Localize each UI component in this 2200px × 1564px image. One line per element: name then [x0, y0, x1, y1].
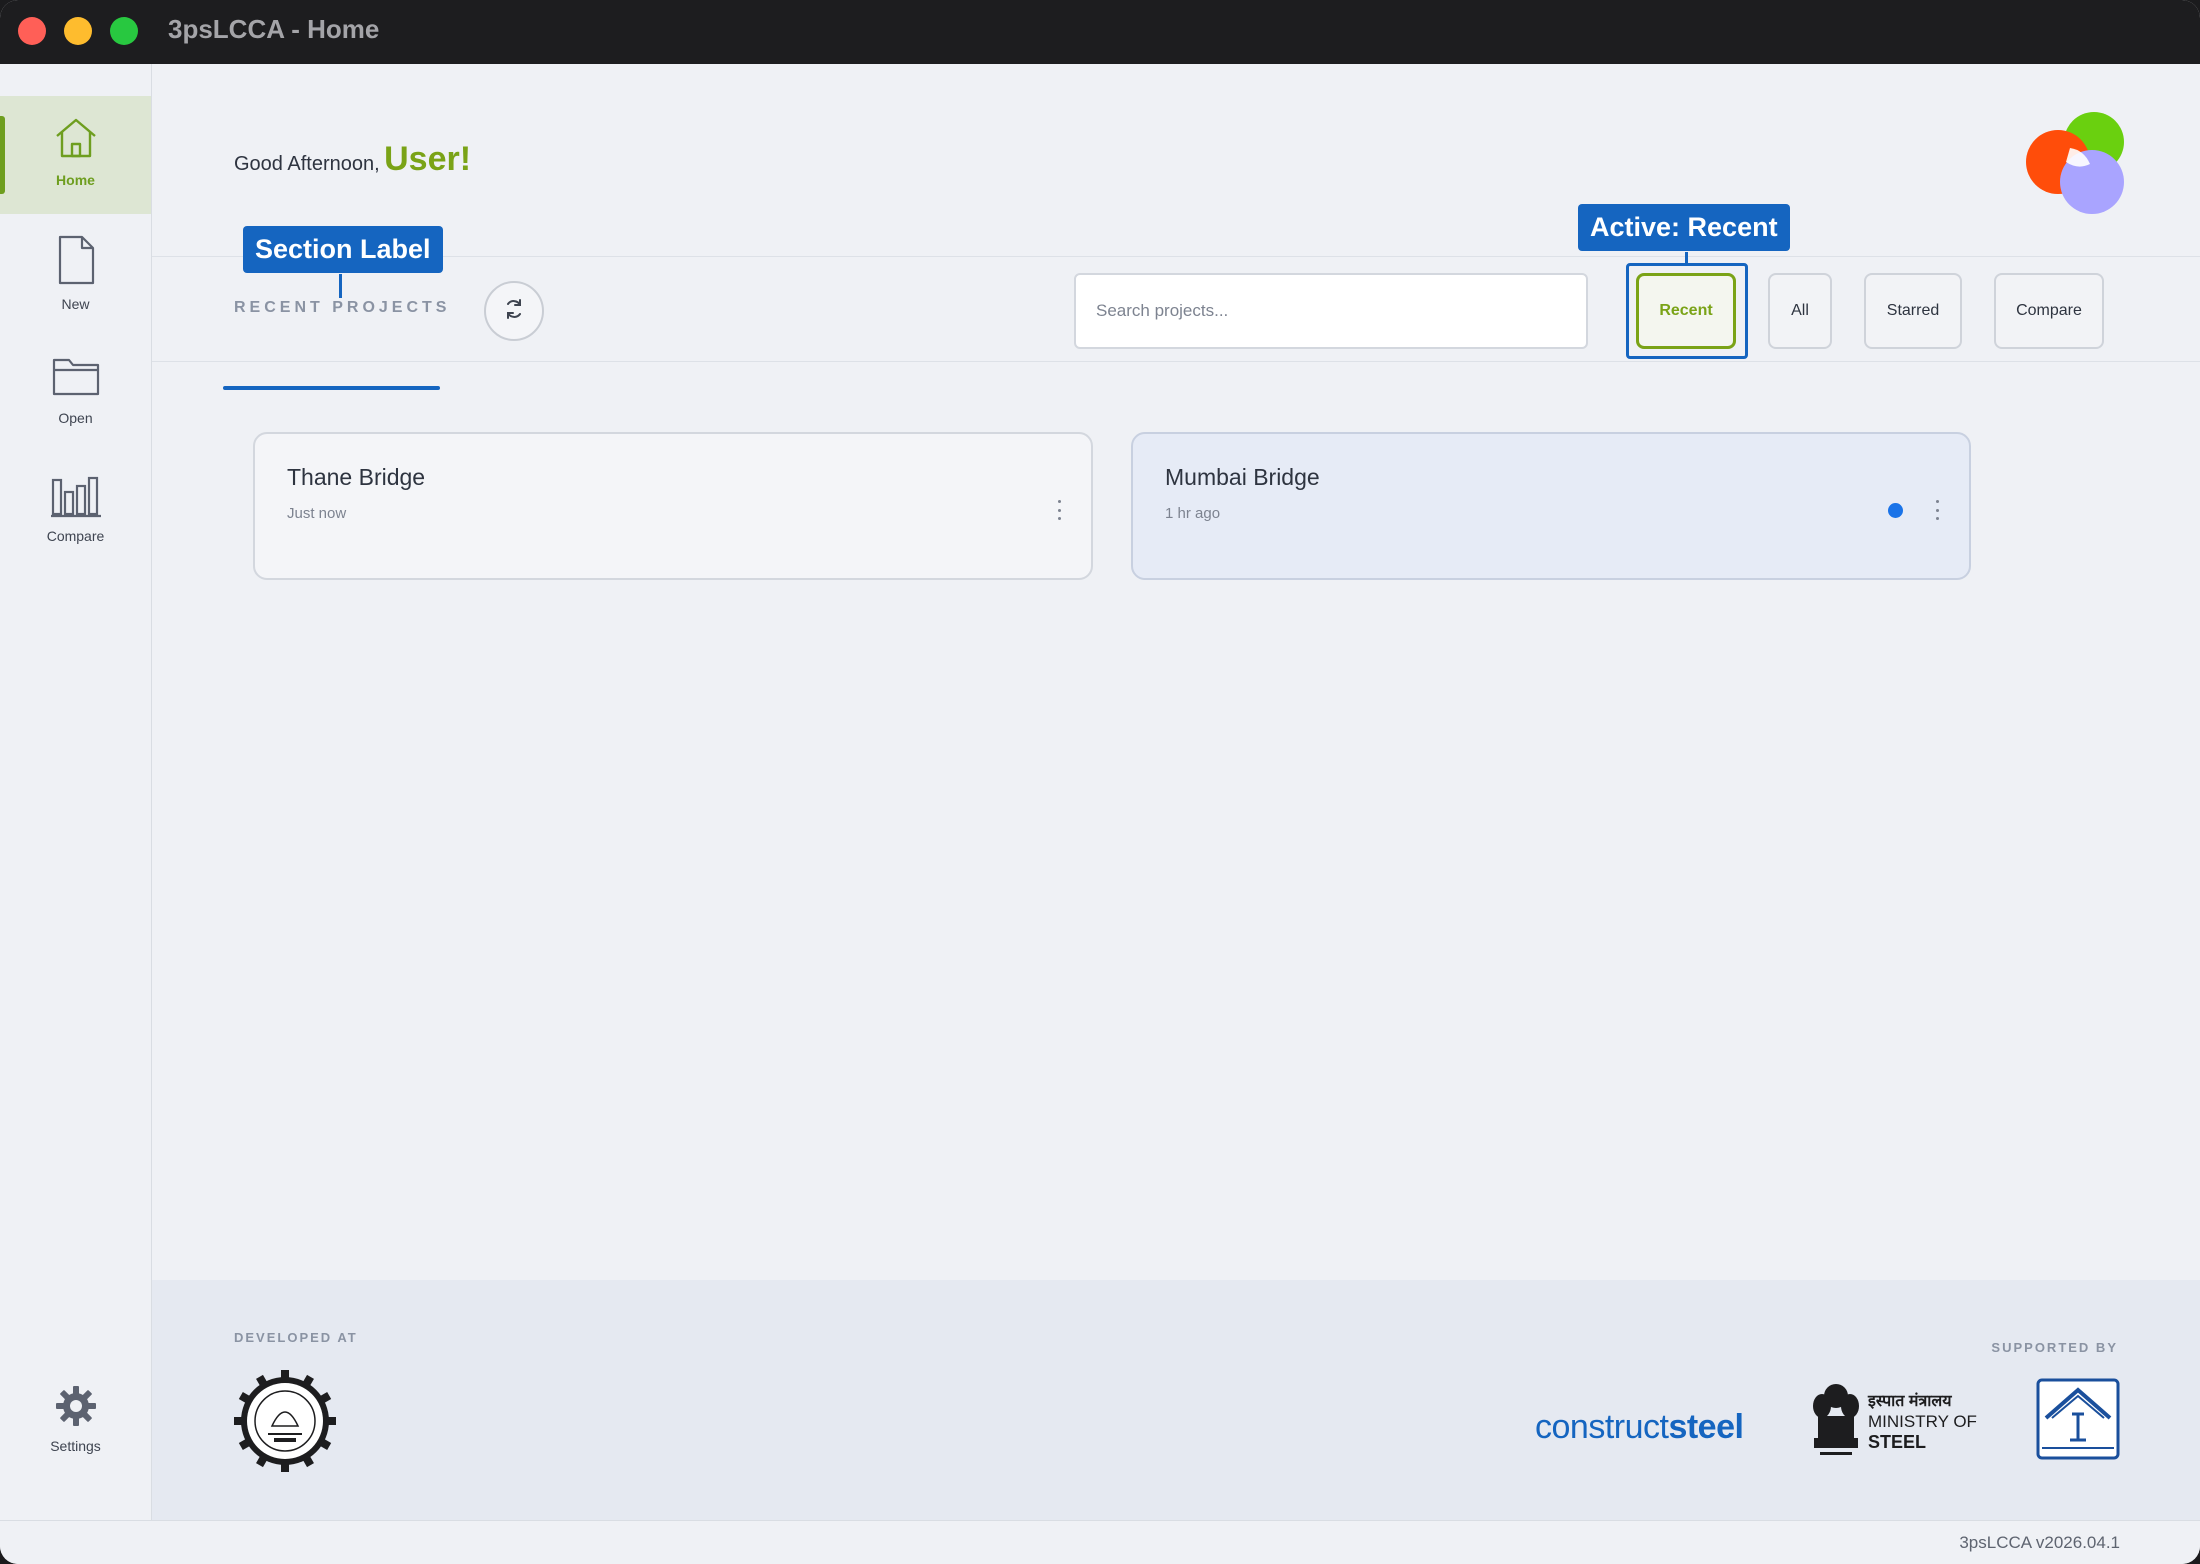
sidebar-item-label: Compare — [46, 528, 105, 544]
search-input[interactable] — [1074, 273, 1588, 349]
sidebar-item-new[interactable]: New — [0, 216, 151, 334]
more-options-icon[interactable] — [1933, 500, 1941, 520]
project-timestamp: 1 hr ago — [1165, 505, 1221, 522]
minimize-window-button[interactable] — [64, 17, 92, 45]
close-window-button[interactable] — [18, 17, 46, 45]
constructsteel-suffix: steel — [1668, 1408, 1744, 1446]
bar-chart-icon — [50, 474, 102, 518]
window-title: 3psLCCA - Home — [168, 14, 380, 44]
section-label-underline — [223, 386, 440, 390]
status-bar: 3psLCCA v2026.04.1 — [0, 1520, 2200, 1564]
sidebar-item-home[interactable]: Home — [0, 96, 151, 214]
insdag-logo — [2036, 1378, 2120, 1460]
annotation-highlight-box — [1626, 263, 1748, 359]
refresh-icon — [503, 298, 525, 324]
gear-icon — [54, 1384, 98, 1428]
new-file-icon — [52, 234, 100, 286]
app-version: 3psLCCA v2026.04.1 — [1959, 1533, 2120, 1552]
sidebar-item-settings[interactable]: Settings — [0, 1364, 151, 1494]
settings-label: Settings — [50, 1438, 101, 1454]
maximize-window-button[interactable] — [110, 17, 138, 45]
steel-text: STEEL — [1868, 1432, 1927, 1452]
unread-dot-icon — [1888, 503, 1903, 518]
sidebar: Home New Open Compare Settings — [0, 64, 152, 1520]
greeting-user-name: User! — [384, 140, 472, 178]
sidebar-item-open[interactable]: Open — [0, 336, 151, 454]
project-title: Thane Bridge — [287, 464, 426, 490]
annotation-connector — [339, 274, 342, 298]
home-icon — [52, 114, 100, 162]
constructsteel-prefix: construct — [1535, 1408, 1669, 1446]
iit-bombay-logo — [232, 1368, 338, 1474]
app-window: 3psLCCA - Home Home New Open Compare Set… — [0, 0, 2200, 1564]
main-content: Good Afternoon, User! RECENT PROJECTS Se… — [152, 64, 2200, 1520]
title-bar: 3psLCCA - Home — [0, 0, 2200, 64]
filter-compare-button[interactable]: Compare — [1994, 273, 2104, 349]
developed-at-label: DEVELOPED AT — [234, 1330, 358, 1345]
filter-starred-button[interactable]: Starred — [1864, 273, 1962, 349]
supported-by-label: SUPPORTED BY — [1991, 1340, 2118, 1355]
section-label-recent-projects: RECENT PROJECTS — [234, 299, 451, 316]
app-logo — [2014, 104, 2134, 219]
sidebar-item-compare[interactable]: Compare — [0, 456, 151, 574]
sidebar-item-label: Home — [56, 172, 95, 188]
more-options-icon[interactable] — [1055, 500, 1063, 520]
annotation-section-label: Section Label — [243, 226, 443, 273]
ministry-of-text: MINISTRY OF — [1868, 1412, 1977, 1431]
ministry-of-steel-text: इस्पात मंत्रालय MINISTRY OF STEEL — [1868, 1392, 1977, 1452]
refresh-button[interactable] — [484, 281, 544, 341]
project-title: Mumbai Bridge — [1165, 464, 1320, 490]
project-card[interactable]: Thane Bridge Just now — [253, 432, 1093, 580]
greeting-prefix: Good Afternoon, — [234, 153, 380, 175]
project-timestamp: Just now — [287, 505, 347, 522]
active-indicator — [0, 116, 5, 194]
footer: DEVELOPED AT SUPPORTED BY constructsteel… — [152, 1280, 2200, 1520]
sidebar-item-label: New — [61, 296, 90, 312]
project-card[interactable]: Mumbai Bridge 1 hr ago — [1131, 432, 1971, 580]
filter-all-button[interactable]: All — [1768, 273, 1832, 349]
annotation-active-filter: Active: Recent — [1578, 204, 1790, 251]
sidebar-item-label: Open — [58, 410, 93, 426]
greeting: Good Afternoon, User! — [234, 140, 471, 179]
ministry-hindi: इस्पात मंत्रालय — [1868, 1393, 1952, 1410]
folder-icon — [51, 354, 101, 400]
constructsteel-logo: constructsteel — [1535, 1408, 1744, 1447]
